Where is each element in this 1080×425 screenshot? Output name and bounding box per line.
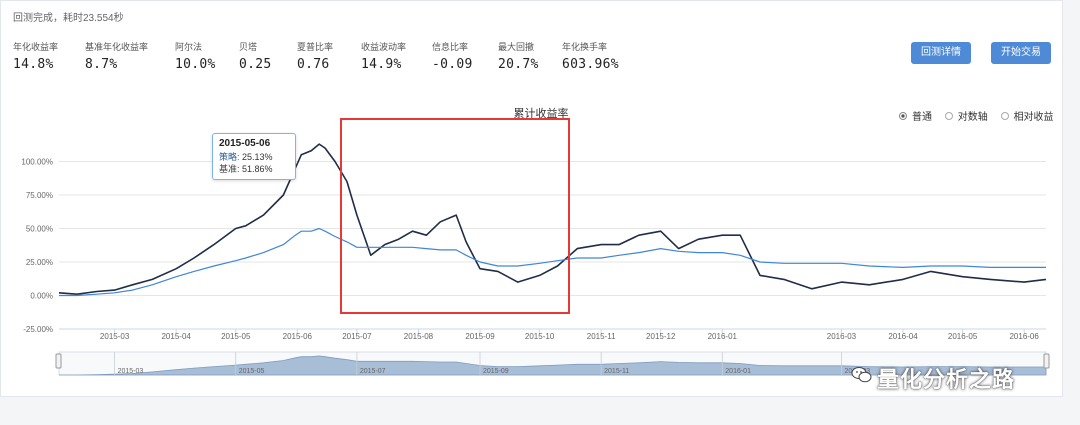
navigator-tick-label: 2015-03 [118,368,144,375]
navigator-left-handle[interactable] [55,353,62,369]
navigator-tick-label: 2015-07 [360,368,386,375]
navigator-tick-label: 2015-05 [239,368,265,375]
y-tick-label: 25.00% [26,258,53,267]
highlight-box [340,118,570,314]
tooltip-benchmark-label: 基准: [219,164,240,174]
y-tick-label: 100.00% [21,158,53,167]
x-tick-label: 2015-03 [100,332,130,341]
x-tick-label: 2015-12 [646,332,676,341]
tooltip-date: 2015-05-06 [219,138,271,149]
x-tick-label: 2015-04 [161,332,191,341]
wechat-icon [851,367,872,383]
x-tick-label: 2015-07 [342,332,372,341]
x-tick-label: 2015-06 [283,332,313,341]
navigator-tick-label: 2015-09 [483,368,509,375]
x-tick-label: 2016-05 [948,332,978,341]
x-tick-label: 2015-10 [525,332,555,341]
x-tick-label: 2015-08 [404,332,434,341]
x-tick-label: 2015-05 [221,332,251,341]
tooltip-strategy-label: 策略: [219,152,240,162]
x-tick-label: 2015-11 [587,332,616,341]
x-tick-label: 2016-04 [888,332,918,341]
tooltip-strategy-value: 25.13% [242,152,273,162]
y-tick-label: 0.00% [30,292,53,301]
x-tick-label: 2016-03 [827,332,857,341]
watermark-text: 量化分析之路 [877,367,1016,392]
chart-tooltip: 2015-05-06 策略: 25.13% 基准: 51.86% [212,133,296,180]
x-tick-label: 2015-09 [465,332,495,341]
navigator-right-handle[interactable] [1043,353,1050,369]
x-tick-label: 2016-01 [708,332,738,341]
tooltip-benchmark-value: 51.86% [242,164,273,174]
y-tick-label: 75.00% [26,191,53,200]
backtest-panel: 回测完成，耗时23.554秒 年化收益率 14.8% 基准年化收益率 8.7% 阿尔法 1… [0,0,1063,397]
y-tick-label: 50.00% [26,225,53,234]
navigator-tick-label: 2016-01 [725,368,751,375]
y-tick-label: -25.00% [23,325,53,334]
navigator-tick-label: 2015-11 [604,368,629,375]
x-tick-label: 2016-06 [1009,332,1039,341]
